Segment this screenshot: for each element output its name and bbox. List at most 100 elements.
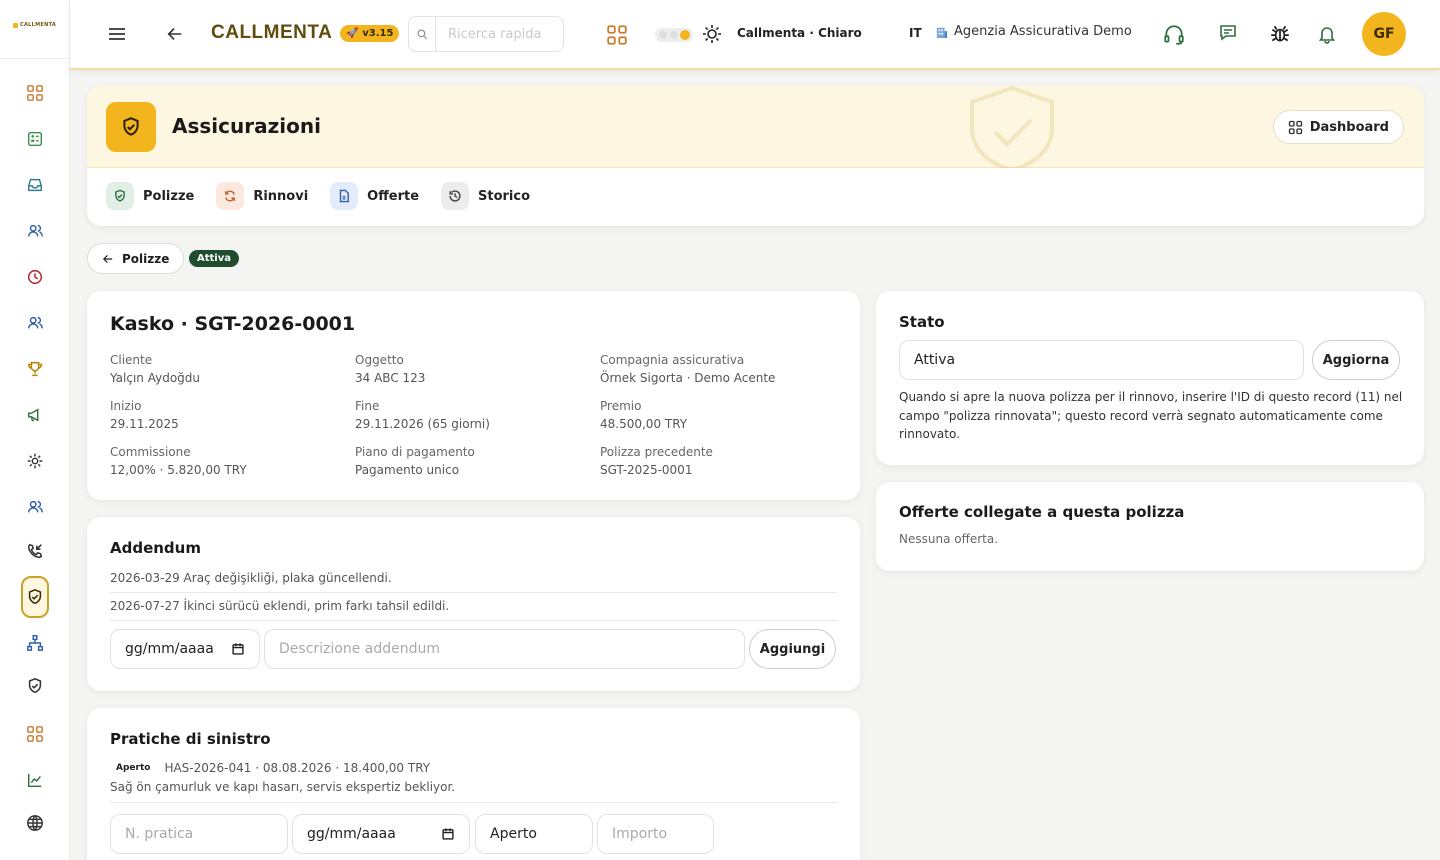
brand[interactable]: CALLMENTA 🚀 v3.15 <box>211 22 400 44</box>
rail-users-icon[interactable] <box>22 218 48 244</box>
dashboard-button[interactable]: Dashboard <box>1272 110 1404 144</box>
refresh-icon <box>216 182 245 210</box>
menu-icon[interactable] <box>107 24 127 44</box>
rail-logo[interactable]: CALLMENTA <box>13 22 56 28</box>
rail-inbox-icon[interactable] <box>22 172 48 198</box>
rail-shield-check-icon[interactable] <box>21 576 49 618</box>
back-arrow-icon[interactable] <box>166 25 184 43</box>
version-text: v3.15 <box>362 27 394 39</box>
field-label: Premio <box>600 399 642 413</box>
rail-phone-incoming-icon[interactable] <box>22 538 48 564</box>
search-input[interactable] <box>436 16 564 52</box>
field-compagnia: Compagnia assicurativa Örnek Sigorta · De… <box>600 353 840 385</box>
claim-status-select[interactable]: Aperto <box>475 814 593 854</box>
field-value: 29.11.2026 (65 giorni) <box>355 417 490 431</box>
rail-clock-icon[interactable] <box>22 264 48 290</box>
field-commissione: Commissione 12,00% · 5.820,00 TRY <box>110 445 355 477</box>
tab-rinnovi[interactable]: Rinnovi <box>216 182 308 210</box>
logo-mark-icon <box>13 22 18 28</box>
field-label: Polizza precedente <box>600 445 713 459</box>
tab-label: Rinnovi <box>253 188 309 204</box>
policy-title: Kasko · SGT-2026-0001 <box>110 313 356 335</box>
policy-fields: Cliente Yalçın Aydoğdu Oggetto 34 ABC 123 … <box>110 353 840 477</box>
rail-shield-icon[interactable] <box>22 673 48 699</box>
claim-amount-input[interactable]: Importo <box>597 814 714 854</box>
headset-icon[interactable] <box>1163 24 1185 46</box>
rail-globe-icon[interactable] <box>22 810 48 836</box>
field-value: 12,00% · 5.820,00 TRY <box>110 463 247 477</box>
rail-grid-icon[interactable] <box>22 80 48 106</box>
claims-divider <box>110 802 837 803</box>
field-value: 34 ABC 123 <box>355 371 426 385</box>
claim-number-input[interactable]: N. pratica <box>110 814 288 854</box>
rail-contacts-icon[interactable] <box>22 494 48 520</box>
agency-selector[interactable]: Agenzia Assicurativa Demo <box>936 24 1132 39</box>
addendum-title: Addendum <box>110 539 201 557</box>
tab-offerte[interactable]: Offerte <box>330 182 419 210</box>
field-label: Cliente <box>110 353 153 367</box>
bug-icon[interactable] <box>1269 23 1291 45</box>
tab-storico[interactable]: Storico <box>441 182 530 210</box>
module-header: Assicurazioni Dashboard Polizze Rinnovi … <box>87 86 1424 226</box>
watermark-shield-icon <box>970 86 1054 168</box>
field-label: Inizio <box>110 399 142 413</box>
addendum-description-input[interactable]: Descrizione addendum <box>264 629 745 669</box>
language-switch[interactable]: IT <box>909 26 922 40</box>
calendar-icon[interactable] <box>441 827 455 841</box>
rail-calculator-icon[interactable] <box>22 126 48 152</box>
back-to-polizze-button[interactable]: Polizze <box>87 243 185 274</box>
rail-settings-icon[interactable] <box>22 448 48 474</box>
add-addendum-button[interactable]: Aggiungi <box>749 629 836 669</box>
field-polizza-precedente: Polizza precedente SGT-2025-0001 <box>600 445 840 477</box>
rail-team-icon[interactable] <box>22 310 48 336</box>
topbar: CALLMENTA 🚀 v3.15 Callmenta · Chiaro IT … <box>70 0 1440 70</box>
calendar-icon[interactable] <box>231 642 245 656</box>
update-state-button[interactable]: Aggiorna <box>1312 340 1400 380</box>
shield-icon <box>106 182 134 210</box>
field-inizio: Inizio 29.11.2025 <box>110 399 355 431</box>
theme-toggle[interactable] <box>655 28 693 42</box>
chat-icon[interactable] <box>1218 23 1238 43</box>
apps-grid-icon[interactable] <box>606 24 628 46</box>
claim-item[interactable]: Aperto HAS-2026-041 · 08.08.2026 · 18.40… <box>110 761 430 775</box>
tab-label: Polizze <box>143 188 195 204</box>
tab-label: Offerte <box>367 188 420 204</box>
search-icon[interactable] <box>408 16 436 52</box>
back-label: Polizze <box>122 251 170 266</box>
state-title: Stato <box>899 313 945 331</box>
addendum-row: 2026-03-29 Araç değişikliği, plaka günce… <box>110 571 392 585</box>
left-rail: CALLMENTA <box>0 0 70 860</box>
claim-description: Sağ ön çamurluk ve kapı hasarı, servis e… <box>110 780 456 794</box>
addendum-row: 2026-07-27 İkinci sürücü eklendi, prim f… <box>110 599 450 613</box>
rail-megaphone-icon[interactable] <box>22 402 48 428</box>
field-label: Piano di pagamento <box>355 445 475 459</box>
rail-chart-line-icon[interactable] <box>22 767 48 793</box>
status-badge: Attiva <box>189 250 239 267</box>
field-value: Pagamento unico <box>355 463 460 477</box>
claim-date-input[interactable]: gg/mm/aaaa <box>292 814 470 854</box>
bell-icon[interactable] <box>1317 24 1337 44</box>
field-value: SGT-2025-0001 <box>600 463 693 477</box>
linked-offers-card: Offerte collegate a questa polizza Nessu… <box>876 482 1424 571</box>
state-card: Stato Attiva Aggiorna Quando si apre la … <box>876 291 1424 465</box>
field-label: Fine <box>355 399 380 413</box>
rail-trophy-icon[interactable] <box>22 356 48 382</box>
field-label: Commissione <box>110 445 191 459</box>
dashboard-grid-icon <box>1288 120 1302 134</box>
rail-org-chart-icon[interactable] <box>22 630 48 656</box>
addendum-card: Addendum 2026-03-29 Araç değişikliği, pl… <box>87 517 860 691</box>
theme-label[interactable]: Callmenta · Chiaro <box>737 26 862 40</box>
rocket-icon: 🚀 <box>346 27 359 39</box>
dashboard-label: Dashboard <box>1309 119 1389 135</box>
field-cliente: Cliente Yalçın Aydoğdu <box>110 353 355 385</box>
sun-icon[interactable] <box>702 24 722 44</box>
state-input[interactable]: Attiva <box>899 340 1304 380</box>
rail-apps-icon[interactable] <box>22 721 48 747</box>
brand-name: CALLMENTA <box>211 22 333 43</box>
rail-logo-text: CALLMENTA <box>20 22 57 28</box>
field-value: 29.11.2025 <box>110 417 179 431</box>
tab-polizze[interactable]: Polizze <box>106 182 194 210</box>
avatar-initials: GF <box>1362 12 1406 56</box>
addendum-date-input[interactable]: gg/mm/aaaa <box>110 629 260 669</box>
user-avatar[interactable]: GF <box>1362 12 1406 56</box>
